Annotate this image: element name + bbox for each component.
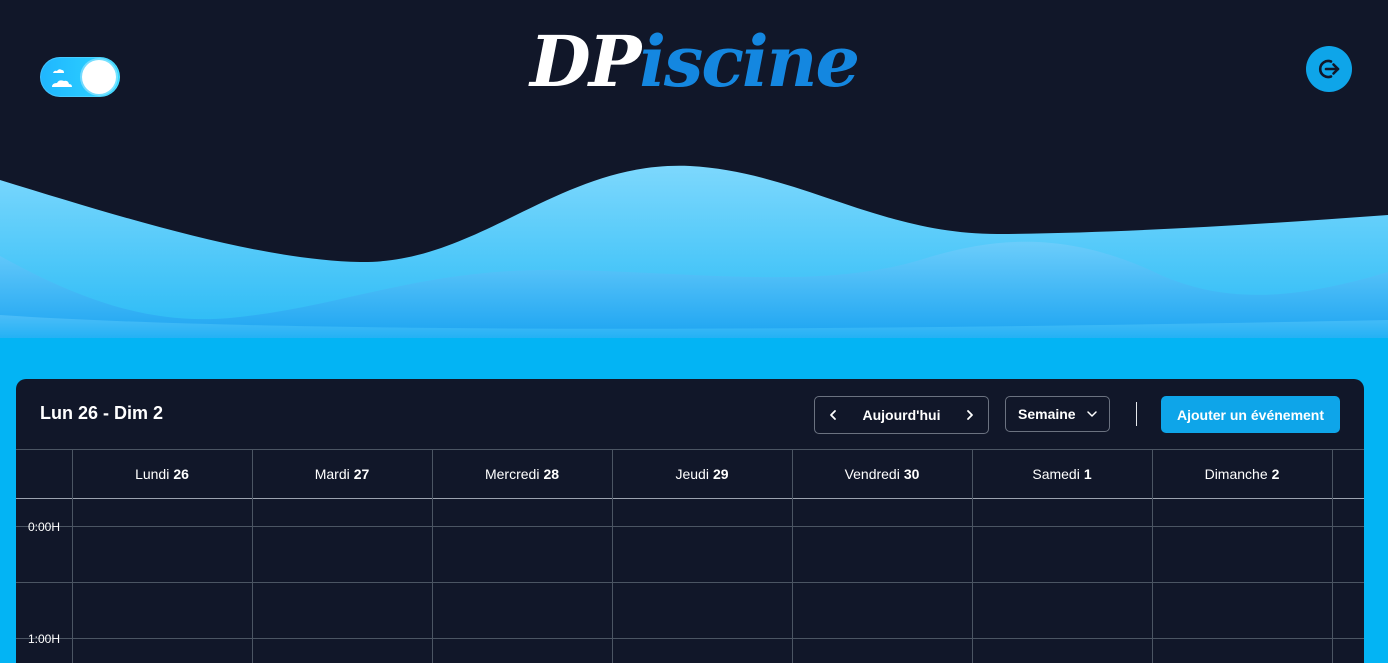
toolbar-divider — [1136, 402, 1137, 426]
time-slot[interactable] — [792, 526, 972, 582]
day-number: 1 — [1083, 465, 1092, 482]
time-slot[interactable] — [432, 526, 612, 582]
time-slot[interactable] — [792, 582, 972, 638]
day-header-dimanche[interactable]: Dimanche 2 — [1152, 449, 1332, 498]
view-select-label: Semaine — [1018, 406, 1076, 422]
day-name: Lundi — [135, 465, 170, 482]
time-label: 1:00H — [28, 632, 61, 646]
day-number: 2 — [1271, 465, 1280, 482]
day-header-mardi[interactable]: Mardi 27 — [252, 449, 432, 498]
today-button[interactable]: Aujourd'hui — [863, 407, 941, 423]
day-number: 27 — [353, 465, 370, 482]
time-slot[interactable] — [72, 526, 252, 582]
day-name: Dimanche — [1204, 465, 1268, 482]
time-slot[interactable] — [972, 526, 1152, 582]
header-bottom-border — [16, 498, 1364, 499]
time-slot[interactable] — [1152, 582, 1332, 638]
view-select[interactable]: Semaine — [1005, 396, 1110, 432]
time-slot[interactable] — [612, 526, 792, 582]
date-range-title: Lun 26 - Dim 2 — [40, 403, 164, 423]
previous-week-button[interactable] — [815, 397, 851, 433]
time-slot[interactable] — [972, 582, 1152, 638]
date-navigation: Aujourd'hui — [814, 396, 989, 434]
wave-decoration — [0, 165, 1388, 350]
time-slot[interactable] — [252, 582, 432, 638]
calendar-toolbar: Lun 26 - Dim 2 Aujourd'hui Semaine Ajout… — [16, 379, 1364, 449]
day-name: Jeudi — [675, 465, 709, 482]
day-number: 26 — [173, 465, 189, 482]
next-week-button[interactable] — [952, 397, 988, 433]
day-name: Samedi — [1032, 465, 1080, 482]
day-header-vendredi[interactable]: Vendredi 30 — [792, 449, 972, 498]
time-slot[interactable] — [432, 582, 612, 638]
day-header-mercredi[interactable]: Mercredi 28 — [432, 449, 612, 498]
calendar-card: Lun 26 - Dim 2 Aujourd'hui Semaine Ajout… — [16, 379, 1364, 663]
day-header-samedi[interactable]: Samedi 1 — [972, 449, 1152, 498]
cloud-icon — [52, 69, 72, 87]
day-name: Vendredi — [844, 465, 900, 482]
logout-button[interactable] — [1306, 46, 1352, 92]
toggle-knob — [82, 60, 116, 94]
day-header-lundi[interactable]: Lundi 26 — [72, 449, 252, 498]
chevron-left-icon — [830, 410, 836, 420]
logout-icon — [1318, 59, 1340, 79]
logo-text-dp: DP — [530, 20, 641, 103]
app-page: DPiscine Lun 26 - Dim 2 Aujourd'hui Sema… — [0, 0, 1388, 663]
hour-line — [16, 638, 1364, 639]
day-number: 29 — [712, 465, 729, 482]
time-slot[interactable] — [1152, 526, 1332, 582]
time-slot[interactable] — [252, 526, 432, 582]
day-name: Mardi — [314, 465, 350, 482]
week-grid: Lundi 26 Mardi 27 Mercredi 28 Jeudi 29 Vendr… — [16, 449, 1364, 663]
day-number: 30 — [903, 465, 920, 482]
app-logo: DPiscine — [530, 20, 860, 103]
day-name: Mercredi — [484, 465, 540, 482]
chevron-down-icon — [1087, 411, 1097, 417]
time-slot[interactable] — [72, 582, 252, 638]
day-number: 28 — [543, 465, 560, 482]
theme-toggle[interactable] — [40, 57, 120, 97]
day-header-jeudi[interactable]: Jeudi 29 — [612, 449, 792, 498]
chevron-right-icon — [967, 410, 973, 420]
day-column-border — [1332, 449, 1333, 663]
logo-text-iscine: iscine — [639, 20, 860, 103]
add-event-button[interactable]: Ajouter un événement — [1161, 396, 1340, 433]
time-slot[interactable] — [612, 582, 792, 638]
time-label: 0:00H — [28, 520, 61, 534]
